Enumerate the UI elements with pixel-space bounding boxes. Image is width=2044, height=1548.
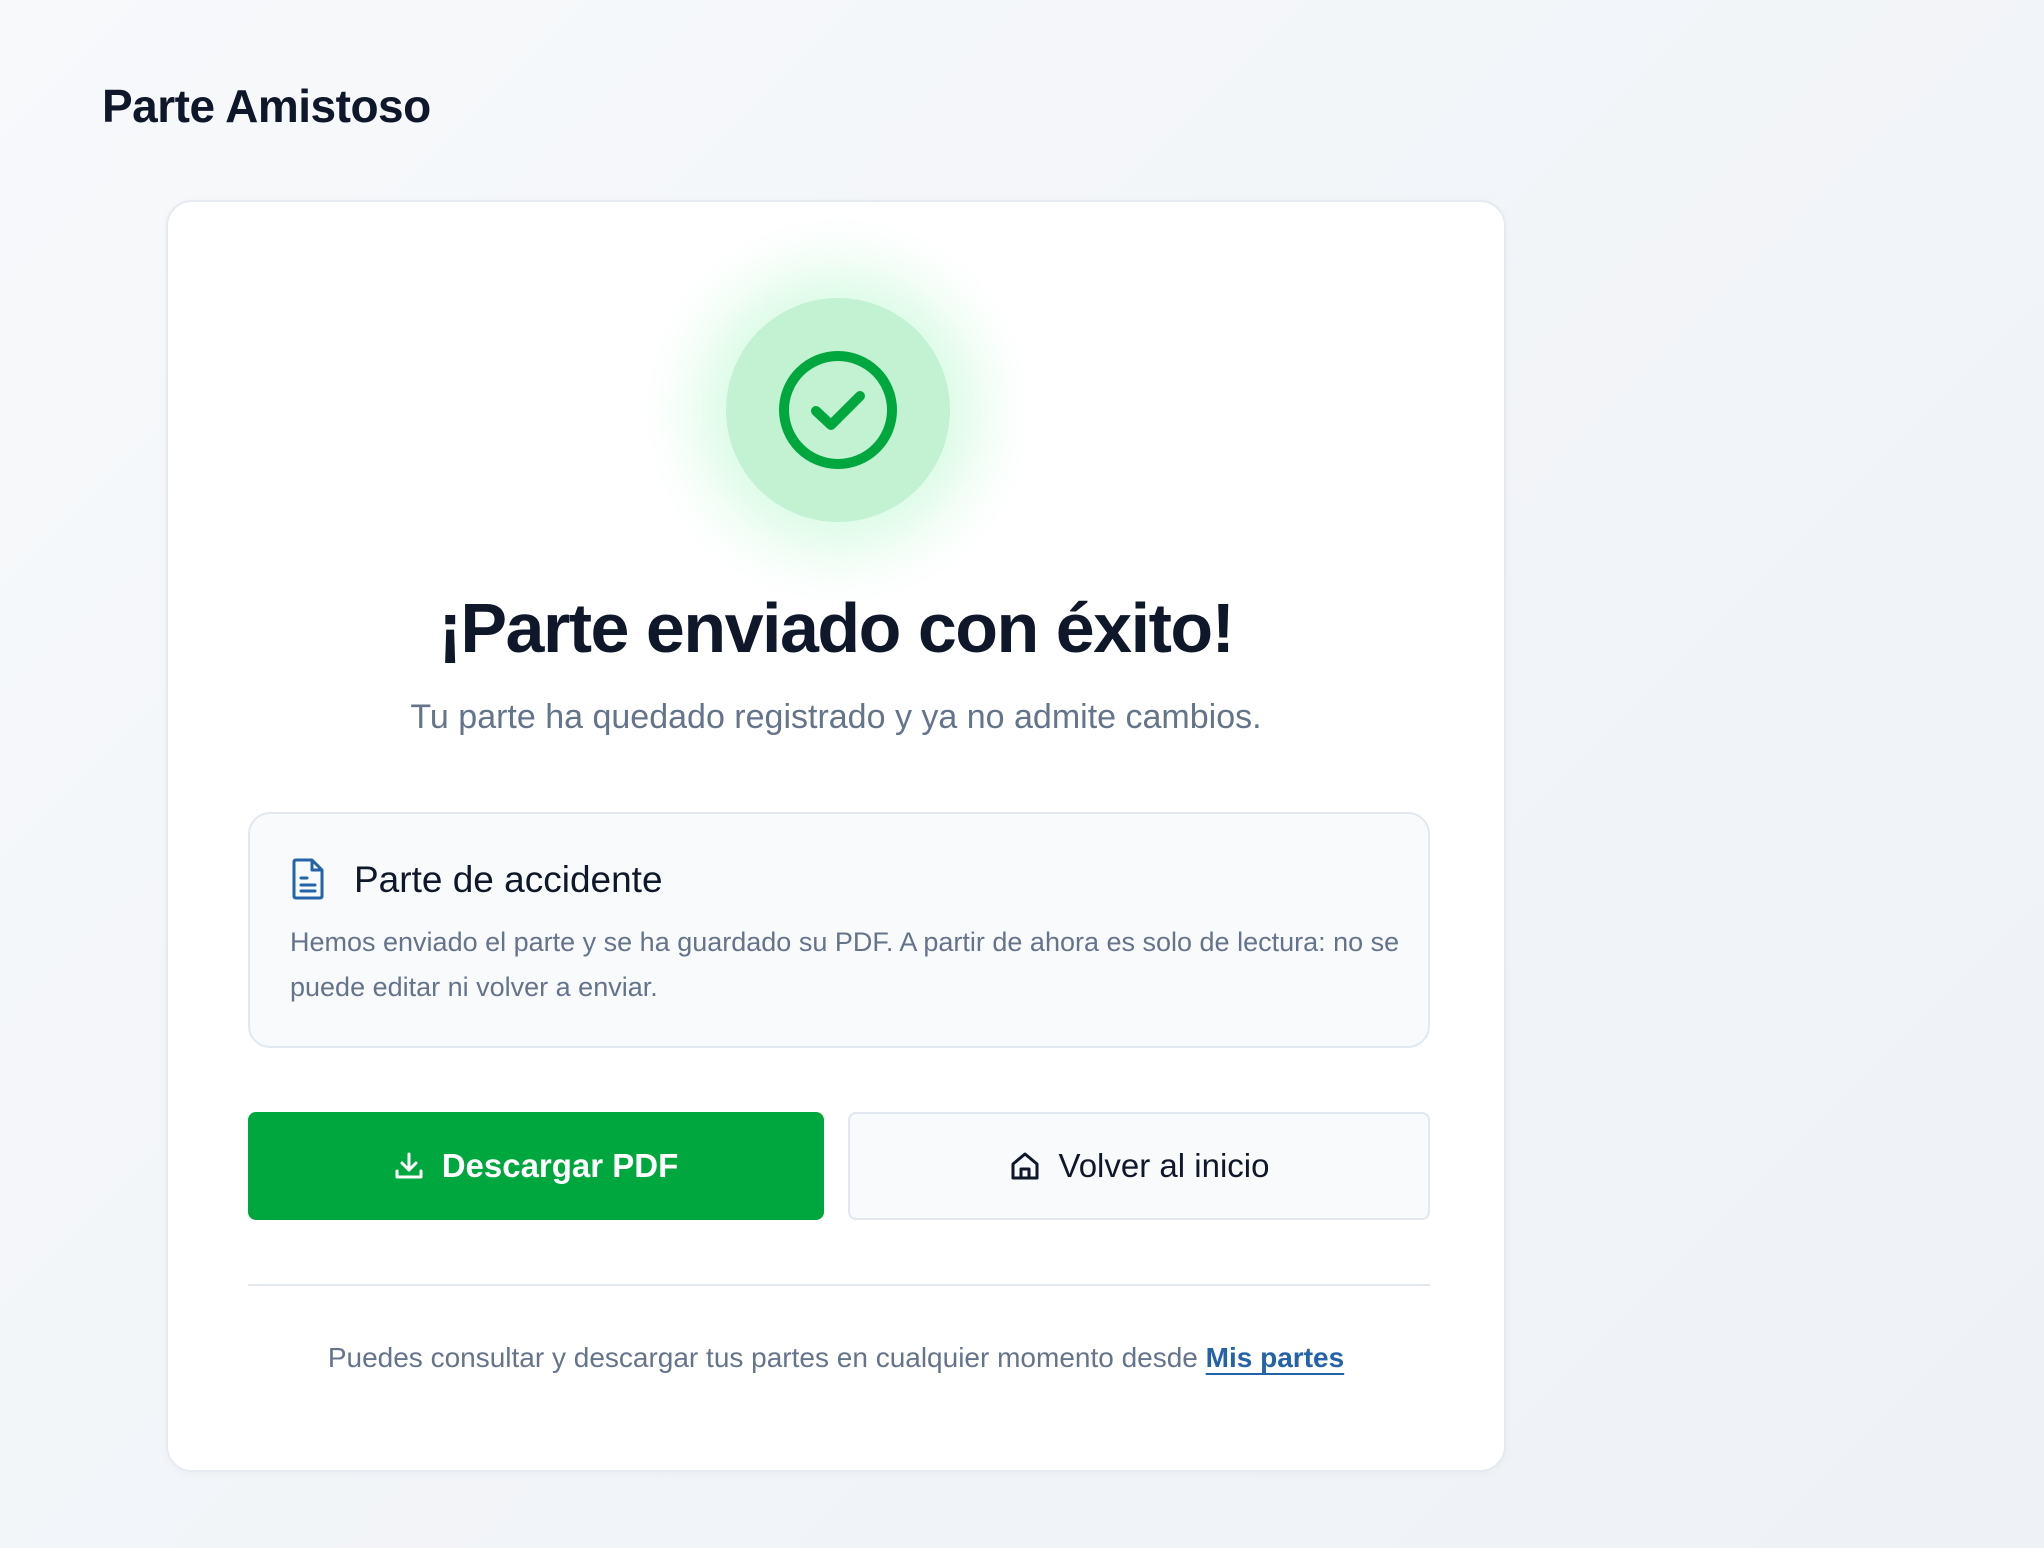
info-title: Parte de accidente — [354, 859, 663, 900]
download-pdf-button[interactable]: Descargar PDF — [248, 1112, 824, 1220]
my-reports-link[interactable]: Mis partes — [1206, 1342, 1345, 1373]
success-card: ¡Parte enviado con éxito! Tu parte ha qu… — [166, 200, 1506, 1472]
back-home-label: Volver al inicio — [1058, 1147, 1270, 1184]
info-box: Parte de accidente Hemos enviado el part… — [248, 812, 1430, 1048]
download-icon — [394, 1151, 424, 1181]
footer-note: Puedes consultar y descargar tus partes … — [168, 1338, 1504, 1378]
app-title: Parte Amistoso — [102, 80, 431, 132]
home-icon — [1009, 1150, 1041, 1182]
success-headline: ¡Parte enviado con éxito! — [438, 589, 1235, 667]
success-subtitle: Tu parte ha quedado registrado y ya no a… — [410, 698, 1262, 736]
check-circle-icon — [779, 351, 897, 469]
back-home-button[interactable]: Volver al inicio — [848, 1112, 1430, 1220]
divider — [248, 1284, 1430, 1286]
footer-text: Puedes consultar y descargar tus partes … — [327, 1342, 1198, 1373]
document-icon — [292, 858, 324, 900]
info-text: Hemos enviado el parte y se ha guardado … — [290, 927, 1400, 1002]
success-badge — [726, 298, 950, 522]
download-pdf-label: Descargar PDF — [441, 1147, 679, 1184]
